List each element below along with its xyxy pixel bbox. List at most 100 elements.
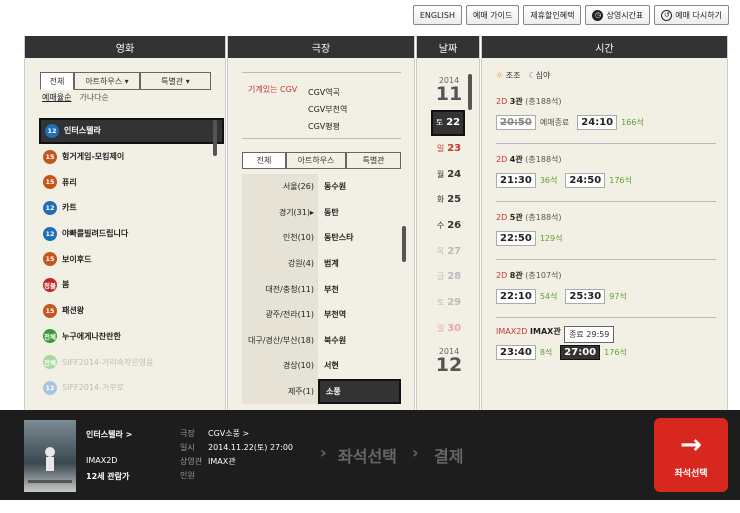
showtime-slot[interactable]: 25:30 97석 bbox=[565, 289, 627, 304]
theater-item[interactable]: 서현 bbox=[318, 353, 401, 379]
region-item[interactable]: 경상(10) bbox=[242, 353, 318, 379]
movie-item[interactable]: 15 퓨리 bbox=[39, 169, 224, 195]
theater-list: 서울(26) 동수원 경기(31)▸ 동탄 인천(10) 동탄스타 강원(4) 범계 대전/충청… bbox=[242, 174, 401, 405]
date-item[interactable]: 수 26 bbox=[417, 213, 481, 239]
month-label: 12 bbox=[435, 354, 463, 377]
date-panel: 날짜 2014 11 토 22 일 23 월 24 화 25 수 26 목 27 금 28 토 29 일 30 2… bbox=[416, 36, 480, 410]
showtime-slot[interactable]: 24:10 166석 bbox=[577, 115, 644, 130]
showtime-slot[interactable]: 22:50 129석 bbox=[496, 231, 562, 246]
tab-all[interactable]: 전체 bbox=[242, 152, 286, 169]
chevron-right-icon: › bbox=[412, 443, 419, 462]
showtime-time[interactable]: 25:30 bbox=[565, 289, 606, 304]
showtime-slot[interactable]: 27:00 176석 bbox=[560, 345, 627, 360]
day-of-week: 토 bbox=[436, 298, 445, 308]
showtime-time[interactable]: 22:50 bbox=[496, 231, 536, 246]
theater-item[interactable]: 동탄스타 bbox=[318, 225, 401, 251]
showtime-list: 21:30 36석 24:50 176석 bbox=[496, 173, 716, 188]
guide-button[interactable]: 예매 가이드 bbox=[465, 5, 520, 25]
favorite-item[interactable]: CGV역곡 bbox=[308, 84, 347, 101]
date-item[interactable]: 월 24 bbox=[417, 161, 481, 187]
theater-panel: 극장 기계있는 CGV CGV역곡 CGV부천역 CGV평평 전체 아트하우스 … bbox=[227, 36, 415, 410]
showtime-slot[interactable]: 21:30 36석 bbox=[496, 173, 557, 188]
hall-title: 2D 8관 (총107석) bbox=[496, 270, 716, 281]
showtime-slot[interactable]: 24:50 176석 bbox=[565, 173, 632, 188]
movie-title: 헝거게임-모킹제이 bbox=[62, 152, 125, 162]
age-rating-badge: 12 bbox=[43, 200, 57, 215]
schedule-label: 상영시간표 bbox=[606, 10, 644, 20]
movie-scrollbar[interactable] bbox=[213, 120, 217, 156]
showtime-time[interactable]: 24:10 bbox=[577, 115, 618, 130]
tab-arthouse[interactable]: 아트하우스 ▾ bbox=[74, 72, 140, 90]
theater-row: 대전/충청(11) 부천 bbox=[242, 276, 401, 302]
region-item[interactable]: 인천(10) bbox=[242, 225, 318, 251]
hall-capacity: (총107석) bbox=[525, 271, 562, 280]
tab-arthouse[interactable]: 아트하우스 bbox=[286, 152, 346, 169]
tab-special[interactable]: 특별관 ▾ bbox=[140, 72, 211, 90]
hall-format: 2D bbox=[496, 271, 508, 280]
hall-value: IMAX관 bbox=[208, 457, 236, 466]
hall-name: IMAX관 bbox=[530, 327, 561, 336]
region-item[interactable]: 대구/경산/부산(18) bbox=[242, 327, 318, 354]
theater-value[interactable]: CGV소풍 > bbox=[208, 429, 249, 438]
movie-panel: 영화 전체 아트하우스 ▾ 특별관 ▾ 예매율순 가나다순 12 인터스텔라 15 헝… bbox=[24, 36, 226, 410]
summary-movie-title[interactable]: 인터스텔라 > bbox=[86, 429, 132, 440]
select-seat-button[interactable]: → 좌석선택 bbox=[654, 418, 728, 492]
date-item[interactable]: 화 25 bbox=[417, 187, 481, 213]
region-item[interactable]: 대전/충청(11) bbox=[242, 276, 318, 302]
theater-item[interactable]: 범계 bbox=[318, 251, 401, 277]
showtime-slot[interactable]: 22:10 54석 bbox=[496, 289, 557, 304]
date-item[interactable]: 일 23 bbox=[417, 136, 481, 162]
theater-item[interactable]: 소풍 bbox=[318, 378, 401, 405]
date-item[interactable]: 토 22 bbox=[431, 110, 465, 136]
theater-item[interactable]: 부천 bbox=[318, 276, 401, 302]
region-item[interactable]: 광주/전라(11) bbox=[242, 301, 318, 328]
sort-alphabetical[interactable]: 가나다순 bbox=[79, 92, 108, 103]
hall-capacity: (총188석) bbox=[525, 155, 562, 164]
theater-item[interactable]: 북수원 bbox=[318, 328, 401, 354]
theater-item[interactable]: 동탄 bbox=[318, 200, 401, 226]
favorite-item[interactable]: CGV부천역 bbox=[308, 101, 347, 118]
movie-item[interactable]: 12 카트 bbox=[39, 195, 224, 221]
region-item[interactable]: 제주(1) bbox=[242, 378, 318, 405]
hall-format: 2D bbox=[496, 97, 508, 106]
theater-label: 극장 bbox=[180, 429, 195, 438]
region-item[interactable]: 서울(26) bbox=[242, 174, 318, 200]
tab-all[interactable]: 전체 bbox=[40, 72, 74, 90]
schedule-button[interactable]: ◷ 상영시간표 bbox=[585, 5, 651, 25]
day-number: 30 bbox=[447, 322, 462, 334]
showtime-time[interactable]: 21:30 bbox=[496, 173, 536, 188]
reset-button[interactable]: ↺ 예매 다시하기 bbox=[654, 5, 729, 25]
date-list: 2014 11 토 22 일 23 월 24 화 25 수 26 목 27 금 28 토 29 일 30 2014… bbox=[417, 76, 481, 375]
movie-item[interactable]: 15 헝거게임-모킹제이 bbox=[39, 144, 224, 170]
movie-title: SIFF2014-거꾸로 bbox=[62, 383, 124, 393]
showtime-slot[interactable]: 23:40 8석 bbox=[496, 345, 552, 360]
movie-item[interactable]: 12 야빠를빌려드립니다 bbox=[39, 221, 224, 247]
hall-capacity: (총188석) bbox=[525, 97, 562, 106]
showtime-time[interactable]: 24:50 bbox=[565, 173, 606, 188]
discount-button[interactable]: 제휴할인혜택 bbox=[523, 5, 582, 25]
favorite-item[interactable]: CGV평평 bbox=[308, 118, 347, 135]
english-button[interactable]: ENGLISH bbox=[412, 5, 462, 25]
showtime-time[interactable]: 23:40 bbox=[496, 345, 536, 360]
movie-tabs: 전체 아트하우스 ▾ 특별관 ▾ bbox=[40, 72, 211, 90]
showtime-time[interactable]: 22:10 bbox=[496, 289, 536, 304]
age-rating-badge: 12 bbox=[43, 226, 57, 241]
movie-item[interactable]: 청불 봄 bbox=[39, 272, 224, 298]
hall-title: 2D 3관 (총188석) bbox=[496, 96, 716, 107]
movie-item[interactable]: 전체 누구에게나찬란한 bbox=[39, 324, 224, 350]
movie-item[interactable]: 12 인터스텔라 bbox=[39, 118, 224, 144]
movie-item[interactable]: 12 SIFF2014-거꾸로 bbox=[39, 375, 224, 401]
tab-special[interactable]: 특별관 bbox=[346, 152, 401, 169]
theater-scrollbar[interactable] bbox=[402, 226, 406, 262]
showtime-time[interactable]: 27:00 bbox=[560, 345, 601, 360]
theater-item[interactable]: 부천역 bbox=[318, 302, 401, 328]
theater-item[interactable]: 동수원 bbox=[318, 174, 401, 200]
region-item[interactable]: 강원(4) bbox=[242, 250, 318, 277]
date-scrollbar[interactable] bbox=[468, 74, 472, 110]
region-item[interactable]: 경기(31)▸ bbox=[242, 199, 318, 226]
movie-item[interactable]: 15 패션왕 bbox=[39, 298, 224, 324]
movie-item[interactable]: 전체 SIFF2014-거리속작은영웅 bbox=[39, 349, 224, 375]
sort-popularity[interactable]: 예매율순 bbox=[42, 92, 71, 103]
theater-tabs: 전체 아트하우스 특별관 bbox=[242, 152, 401, 169]
movie-item[interactable]: 15 보이후드 bbox=[39, 246, 224, 272]
